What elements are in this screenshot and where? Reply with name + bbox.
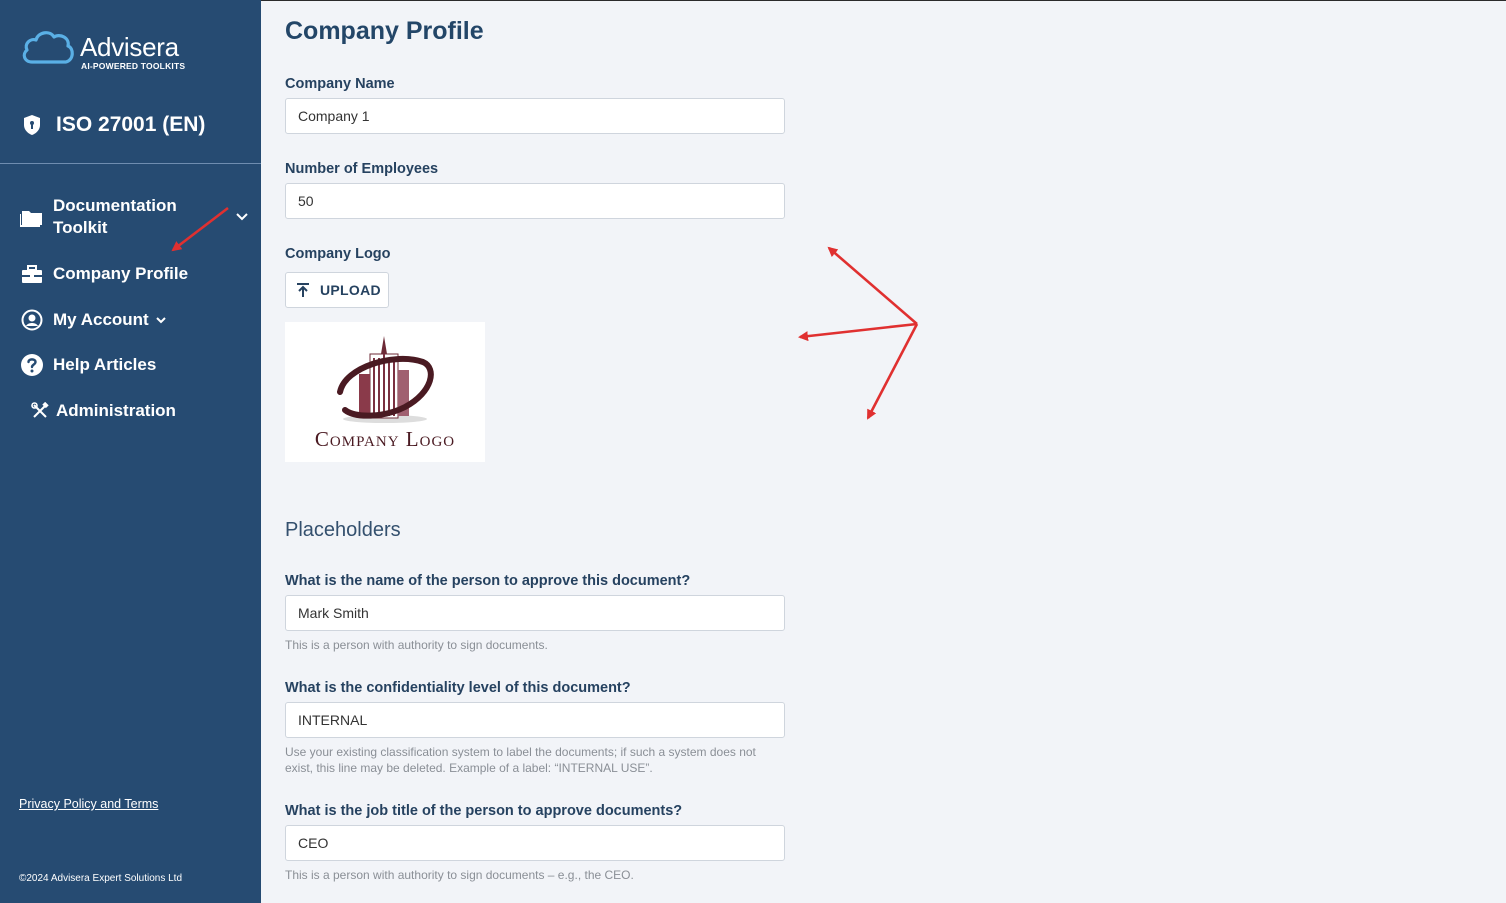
sidebar-divider <box>0 163 261 164</box>
folder-icon <box>20 205 44 229</box>
placeholders-heading: Placeholders <box>285 519 401 541</box>
sidebar-item-help-articles[interactable]: Help Articles <box>20 353 156 377</box>
confidentiality-input[interactable] <box>285 702 785 738</box>
sidebar-item-label: Help Articles <box>53 355 157 374</box>
brand-name: Advisera <box>80 32 179 62</box>
chevron-down-icon[interactable] <box>235 212 249 222</box>
chevron-down-icon[interactable] <box>155 316 167 325</box>
approver-name-help: This is a person with authority to sign … <box>285 638 548 652</box>
approver-name-input[interactable] <box>285 595 785 631</box>
sidebar-item-label: Company Profile <box>53 264 189 283</box>
copyright-text: ©2024 Advisera Expert Solutions Ltd <box>19 873 183 884</box>
company-logo-image: Company Logo <box>285 322 485 462</box>
company-name-label: Company Name <box>285 76 395 92</box>
sidebar-item-label: Documentation Toolkit <box>53 196 177 237</box>
employees-input[interactable] <box>285 183 785 219</box>
sidebar-item-label: My Account <box>53 310 149 329</box>
sidebar-item-documentation-toolkit[interactable]: Documentation Toolkit <box>20 195 249 239</box>
arrow-up-left <box>827 246 918 325</box>
confidentiality-label: What is the confidentiality level of thi… <box>285 680 631 696</box>
upload-label: UPLOAD <box>320 282 381 298</box>
upload-button[interactable]: UPLOAD <box>285 272 389 308</box>
shield-icon <box>24 115 40 135</box>
sidebar-item-company-profile[interactable]: Company Profile <box>20 262 188 286</box>
product-title: ISO 27001 (EN) <box>22 112 205 138</box>
job-title-label: What is the job title of the person to a… <box>285 803 683 819</box>
cloud-logo-icon <box>22 31 74 64</box>
question-circle-icon <box>20 353 44 377</box>
page-title: Company Profile <box>285 17 484 45</box>
brand-tagline: AI-POWERED TOOLKITS <box>81 61 186 71</box>
company-logo-text: Company Logo <box>314 427 456 451</box>
product-label: ISO 27001 (EN) <box>56 113 206 136</box>
briefcase-icon <box>20 262 44 286</box>
confidentiality-help: Use your existing classification system … <box>285 745 756 775</box>
user-circle-icon <box>20 308 44 332</box>
tools-icon <box>30 399 50 423</box>
sidebar-item-my-account[interactable]: My Account <box>20 308 167 332</box>
building-logo-icon <box>337 336 434 423</box>
sidebar-item-label: Administration <box>56 401 176 420</box>
company-name-input[interactable] <box>285 98 785 134</box>
arrow-left <box>798 322 918 342</box>
employees-label: Number of Employees <box>285 161 439 177</box>
arrow-down-left <box>866 323 919 420</box>
approver-name-label: What is the name of the person to approv… <box>285 573 691 589</box>
sidebar: Advisera AI-POWERED TOOLKITS ISO 27001 (… <box>0 0 261 903</box>
top-border <box>261 0 1506 1</box>
upload-icon <box>297 283 309 297</box>
job-title-input[interactable] <box>285 825 785 861</box>
sidebar-item-administration[interactable]: Administration <box>30 399 176 423</box>
privacy-policy-link[interactable]: Privacy Policy and Terms <box>19 797 158 811</box>
job-title-help: This is a person with authority to sign … <box>285 868 634 882</box>
company-logo-label: Company Logo <box>285 246 391 262</box>
